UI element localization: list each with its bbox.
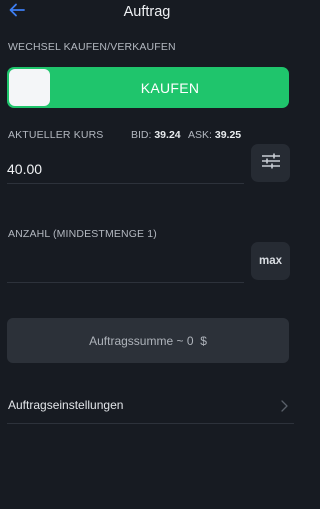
total-label: Auftragssumme ~ bbox=[89, 333, 184, 348]
bid-quote: BID: 39.24 bbox=[131, 129, 181, 141]
current-price-label: AKTUELLER KURS bbox=[8, 129, 104, 141]
price-settings-button[interactable] bbox=[251, 144, 290, 182]
price-input-underline bbox=[7, 183, 244, 184]
ask-value: 39.25 bbox=[214, 129, 242, 141]
ask-quote: ASK: 39.25 bbox=[188, 129, 241, 141]
toggle-label: KAUFEN bbox=[140, 79, 200, 96]
total-currency: $ bbox=[200, 333, 207, 348]
order-total: Auftragssumme ~ 0 $ bbox=[7, 318, 289, 363]
toggle-knob[interactable] bbox=[9, 69, 50, 106]
quantity-input-underline bbox=[7, 282, 244, 283]
order-settings-label: Auftragseinstellungen bbox=[8, 398, 124, 412]
buy-sell-toggle[interactable]: KAUFEN bbox=[7, 67, 289, 108]
bid-value: 39.24 bbox=[154, 129, 181, 141]
header: Auftrag bbox=[0, 0, 294, 26]
quantity-input[interactable] bbox=[7, 247, 244, 277]
bid-label: BID: bbox=[131, 129, 152, 141]
order-settings-row[interactable]: Auftragseinstellungen bbox=[0, 388, 294, 424]
chevron-right-icon bbox=[281, 399, 288, 417]
quantity-label: ANZAHL (MINDESTMENGE 1) bbox=[8, 228, 157, 240]
page-title: Auftrag bbox=[123, 4, 171, 20]
sliders-icon bbox=[261, 153, 281, 174]
max-button[interactable]: max bbox=[251, 242, 290, 280]
max-button-label: max bbox=[258, 255, 283, 267]
price-input[interactable] bbox=[7, 154, 244, 182]
trade-direction-label: WECHSEL KAUFEN/VERKAUFEN bbox=[8, 41, 176, 53]
order-screen: Auftrag WECHSEL KAUFEN/VERKAUFEN KAUFEN … bbox=[0, 0, 294, 509]
total-amount: 0 bbox=[186, 333, 194, 348]
settings-divider bbox=[7, 423, 294, 424]
ask-label: ASK: bbox=[188, 129, 212, 141]
